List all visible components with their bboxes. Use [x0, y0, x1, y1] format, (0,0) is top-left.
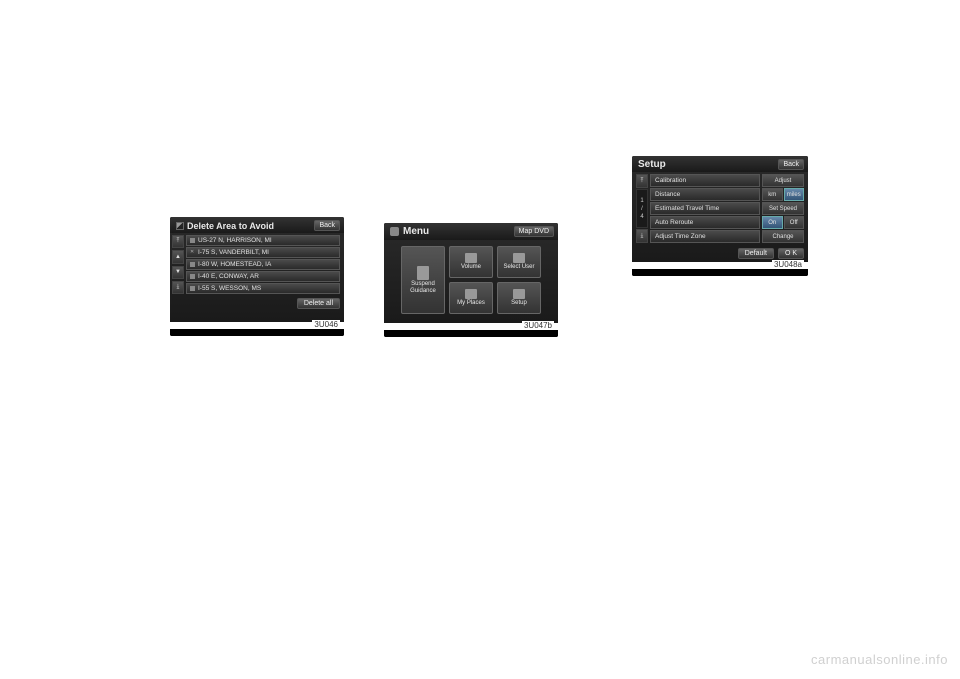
- header: Menu Map DVD: [384, 223, 558, 240]
- suspend-guidance-tile[interactable]: SuspendGuidance: [401, 246, 445, 314]
- back-button[interactable]: Back: [314, 220, 340, 231]
- screen-title: Delete Area to Avoid: [176, 221, 274, 231]
- page-down-button[interactable]: ⤓: [636, 229, 648, 243]
- volume-icon: [465, 253, 477, 263]
- setup-row-distance: Distance km miles: [650, 188, 804, 201]
- ok-button[interactable]: O K: [778, 248, 804, 259]
- header: Setup Back: [632, 156, 808, 172]
- on-button[interactable]: On: [762, 216, 783, 229]
- screen-title: Setup: [638, 159, 666, 170]
- setup-row-time-zone: Adjust Time Zone Change: [650, 230, 804, 243]
- delete-area-screen: Delete Area to Avoid Back ⤒ ▲ ▼ ⤓ US-27 …: [170, 217, 344, 336]
- figure-ref: 3U047b: [522, 321, 554, 330]
- scroll-bottom-button[interactable]: ⤓: [172, 281, 184, 294]
- area-list: US-27 N, HARRISON, MI I-75 S, VANDERBILT…: [186, 235, 340, 294]
- menu-icon: [390, 227, 399, 236]
- row-label: Distance: [650, 188, 760, 201]
- header: Delete Area to Avoid Back: [170, 217, 344, 233]
- user-icon: [513, 253, 525, 263]
- volume-tile[interactable]: Volume: [449, 246, 493, 278]
- scroll-down-button[interactable]: ▼: [172, 266, 184, 279]
- figure-ref: 3U046: [312, 320, 340, 329]
- tile-label: Select User: [503, 264, 534, 271]
- watermark: carmanualsonline.info: [811, 652, 948, 667]
- list-item[interactable]: I-40 E, CONWAY, AR: [186, 271, 340, 282]
- figure-ref: 3U048a: [772, 260, 804, 269]
- flag-icon: [465, 289, 477, 299]
- miles-button[interactable]: miles: [784, 188, 805, 201]
- setup-row-auto-reroute: Auto Reroute On Off: [650, 216, 804, 229]
- suspend-icon: [417, 266, 429, 280]
- my-places-tile[interactable]: My Places: [449, 282, 493, 314]
- page-up-button[interactable]: ⤒: [636, 174, 648, 188]
- title-text: Menu: [403, 226, 429, 237]
- row-label: Estimated Travel Time: [650, 202, 760, 215]
- change-button[interactable]: Change: [762, 230, 804, 243]
- menu-grid: SuspendGuidance Volume Select User My Pl…: [384, 240, 558, 320]
- pencil-icon: [176, 222, 184, 230]
- setup-icon: [513, 289, 525, 299]
- setup-screen: Setup Back ⤒ 1/4 ⤓ Calibration Adjust Di…: [632, 156, 808, 276]
- map-dvd-button[interactable]: Map DVD: [514, 226, 554, 237]
- default-button[interactable]: Default: [738, 248, 774, 259]
- title-text: Delete Area to Avoid: [187, 221, 274, 231]
- setup-row-travel-time: Estimated Travel Time Set Speed: [650, 202, 804, 215]
- list-item[interactable]: I-55 S, WESSON, MS: [186, 283, 340, 294]
- adjust-button[interactable]: Adjust: [762, 174, 804, 187]
- scroll-up-button[interactable]: ▲: [172, 250, 184, 263]
- tile-label: Setup: [511, 300, 527, 307]
- select-user-tile[interactable]: Select User: [497, 246, 541, 278]
- page-indicator: 1/4: [636, 189, 648, 228]
- list-item[interactable]: I-80 W, HOMESTEAD, IA: [186, 259, 340, 270]
- scroll-top-button[interactable]: ⤒: [172, 235, 184, 248]
- row-label: Auto Reroute: [650, 216, 760, 229]
- set-speed-button[interactable]: Set Speed: [762, 202, 804, 215]
- delete-all-button[interactable]: Delete all: [297, 298, 340, 309]
- screen-title: Menu: [390, 226, 429, 237]
- setup-rows: Calibration Adjust Distance km miles Est…: [650, 174, 804, 243]
- back-button[interactable]: Back: [778, 159, 804, 170]
- list-item[interactable]: I-75 S, VANDERBILT, MI: [186, 247, 340, 258]
- setup-tile[interactable]: Setup: [497, 282, 541, 314]
- row-label: Calibration: [650, 174, 760, 187]
- setup-row-calibration: Calibration Adjust: [650, 174, 804, 187]
- tile-label: Volume: [461, 264, 481, 271]
- page-column: ⤒ 1/4 ⤓: [636, 174, 648, 243]
- km-button[interactable]: km: [762, 188, 783, 201]
- tile-label: My Places: [457, 300, 485, 307]
- tile-label: SuspendGuidance: [410, 281, 436, 295]
- scroll-column: ⤒ ▲ ▼ ⤓: [172, 235, 184, 294]
- menu-screen: Menu Map DVD SuspendGuidance Volume Sele…: [384, 223, 558, 337]
- row-label: Adjust Time Zone: [650, 230, 760, 243]
- off-button[interactable]: Off: [784, 216, 805, 229]
- list-item[interactable]: US-27 N, HARRISON, MI: [186, 235, 340, 246]
